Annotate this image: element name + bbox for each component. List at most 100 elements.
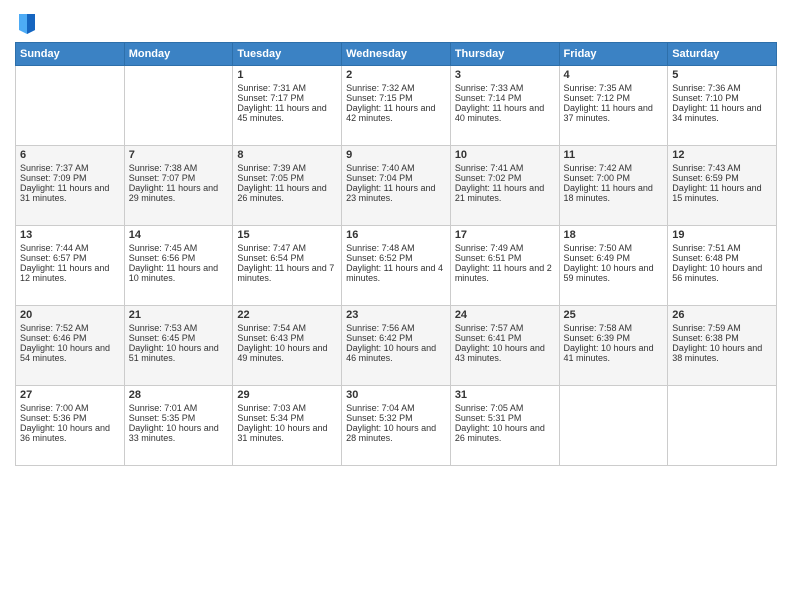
- daylight-text: Daylight: 10 hours and 43 minutes.: [455, 343, 545, 363]
- daylight-text: Daylight: 11 hours and 34 minutes.: [672, 103, 761, 123]
- calendar-cell: [559, 386, 668, 466]
- calendar-cell: 9Sunrise: 7:40 AMSunset: 7:04 PMDaylight…: [342, 146, 451, 226]
- day-number: 7: [129, 149, 229, 161]
- daylight-text: Daylight: 10 hours and 36 minutes.: [20, 423, 110, 443]
- sunrise-text: Sunrise: 7:51 AM: [672, 243, 741, 253]
- day-number: 6: [20, 149, 120, 161]
- sunrise-text: Sunrise: 7:32 AM: [346, 83, 415, 93]
- sunrise-text: Sunrise: 7:58 AM: [564, 323, 633, 333]
- sunrise-text: Sunrise: 7:39 AM: [237, 163, 306, 173]
- day-number: 1: [237, 69, 337, 81]
- daylight-text: Daylight: 10 hours and 54 minutes.: [20, 343, 110, 363]
- calendar-cell: 10Sunrise: 7:41 AMSunset: 7:02 PMDayligh…: [450, 146, 559, 226]
- calendar-body: 1Sunrise: 7:31 AMSunset: 7:17 PMDaylight…: [16, 66, 777, 466]
- day-number: 8: [237, 149, 337, 161]
- header: [15, 10, 777, 34]
- calendar-cell: 12Sunrise: 7:43 AMSunset: 6:59 PMDayligh…: [668, 146, 777, 226]
- daylight-text: Daylight: 10 hours and 56 minutes.: [672, 263, 762, 283]
- calendar-cell: 13Sunrise: 7:44 AMSunset: 6:57 PMDayligh…: [16, 226, 125, 306]
- sunrise-text: Sunrise: 7:50 AM: [564, 243, 633, 253]
- calendar-cell: [668, 386, 777, 466]
- calendar-table: SundayMondayTuesdayWednesdayThursdayFrid…: [15, 42, 777, 466]
- calendar-cell: 17Sunrise: 7:49 AMSunset: 6:51 PMDayligh…: [450, 226, 559, 306]
- day-number: 10: [455, 149, 555, 161]
- daylight-text: Daylight: 10 hours and 38 minutes.: [672, 343, 762, 363]
- day-number: 14: [129, 229, 229, 241]
- sunrise-text: Sunrise: 7:43 AM: [672, 163, 741, 173]
- sunset-text: Sunset: 6:57 PM: [20, 253, 87, 263]
- daylight-text: Daylight: 11 hours and 29 minutes.: [129, 183, 218, 203]
- calendar-cell: 27Sunrise: 7:00 AMSunset: 5:36 PMDayligh…: [16, 386, 125, 466]
- sunrise-text: Sunrise: 7:37 AM: [20, 163, 89, 173]
- calendar-cell: 3Sunrise: 7:33 AMSunset: 7:14 PMDaylight…: [450, 66, 559, 146]
- logo: [15, 10, 41, 34]
- calendar-header-tuesday: Tuesday: [233, 43, 342, 66]
- day-number: 9: [346, 149, 446, 161]
- calendar-cell: 29Sunrise: 7:03 AMSunset: 5:34 PMDayligh…: [233, 386, 342, 466]
- sunrise-text: Sunrise: 7:31 AM: [237, 83, 306, 93]
- calendar-header-saturday: Saturday: [668, 43, 777, 66]
- sunrise-text: Sunrise: 7:53 AM: [129, 323, 198, 333]
- day-number: 29: [237, 389, 337, 401]
- sunset-text: Sunset: 6:49 PM: [564, 253, 631, 263]
- calendar-header-friday: Friday: [559, 43, 668, 66]
- calendar-cell: 19Sunrise: 7:51 AMSunset: 6:48 PMDayligh…: [668, 226, 777, 306]
- calendar-cell: 26Sunrise: 7:59 AMSunset: 6:38 PMDayligh…: [668, 306, 777, 386]
- calendar-cell: 18Sunrise: 7:50 AMSunset: 6:49 PMDayligh…: [559, 226, 668, 306]
- sunrise-text: Sunrise: 7:59 AM: [672, 323, 741, 333]
- day-number: 26: [672, 309, 772, 321]
- daylight-text: Daylight: 11 hours and 4 minutes.: [346, 263, 443, 283]
- calendar-cell: [124, 66, 233, 146]
- sunset-text: Sunset: 5:31 PM: [455, 413, 522, 423]
- calendar-cell: 5Sunrise: 7:36 AMSunset: 7:10 PMDaylight…: [668, 66, 777, 146]
- daylight-text: Daylight: 10 hours and 28 minutes.: [346, 423, 436, 443]
- daylight-text: Daylight: 11 hours and 21 minutes.: [455, 183, 544, 203]
- calendar-week-4: 20Sunrise: 7:52 AMSunset: 6:46 PMDayligh…: [16, 306, 777, 386]
- sunset-text: Sunset: 6:41 PM: [455, 333, 522, 343]
- daylight-text: Daylight: 11 hours and 31 minutes.: [20, 183, 109, 203]
- daylight-text: Daylight: 11 hours and 40 minutes.: [455, 103, 544, 123]
- logo-icon: [17, 10, 37, 34]
- sunrise-text: Sunrise: 7:38 AM: [129, 163, 198, 173]
- sunset-text: Sunset: 5:32 PM: [346, 413, 413, 423]
- sunrise-text: Sunrise: 7:42 AM: [564, 163, 633, 173]
- sunrise-text: Sunrise: 7:35 AM: [564, 83, 633, 93]
- day-number: 24: [455, 309, 555, 321]
- day-number: 22: [237, 309, 337, 321]
- daylight-text: Daylight: 11 hours and 42 minutes.: [346, 103, 435, 123]
- daylight-text: Daylight: 11 hours and 12 minutes.: [20, 263, 109, 283]
- day-number: 11: [564, 149, 664, 161]
- sunset-text: Sunset: 7:10 PM: [672, 93, 739, 103]
- sunset-text: Sunset: 7:12 PM: [564, 93, 631, 103]
- calendar-cell: 6 Sunrise: 7:37 AMSunset: 7:09 PMDaylight…: [16, 146, 125, 226]
- calendar-header-sunday: Sunday: [16, 43, 125, 66]
- daylight-text: Daylight: 10 hours and 59 minutes.: [564, 263, 654, 283]
- day-number: 15: [237, 229, 337, 241]
- calendar-week-3: 13Sunrise: 7:44 AMSunset: 6:57 PMDayligh…: [16, 226, 777, 306]
- sunset-text: Sunset: 6:56 PM: [129, 253, 196, 263]
- sunset-text: Sunset: 7:04 PM: [346, 173, 413, 183]
- sunset-text: Sunset: 7:09 PM: [20, 173, 87, 183]
- calendar-cell: 25Sunrise: 7:58 AMSunset: 6:39 PMDayligh…: [559, 306, 668, 386]
- daylight-text: Daylight: 11 hours and 15 minutes.: [672, 183, 761, 203]
- calendar-cell: 16Sunrise: 7:48 AMSunset: 6:52 PMDayligh…: [342, 226, 451, 306]
- sunrise-text: Sunrise: 7:01 AM: [129, 403, 198, 413]
- sunrise-text: Sunrise: 7:41 AM: [455, 163, 524, 173]
- daylight-text: Daylight: 11 hours and 10 minutes.: [129, 263, 218, 283]
- day-number: 13: [20, 229, 120, 241]
- calendar-cell: 1Sunrise: 7:31 AMSunset: 7:17 PMDaylight…: [233, 66, 342, 146]
- calendar-cell: 20Sunrise: 7:52 AMSunset: 6:46 PMDayligh…: [16, 306, 125, 386]
- calendar-cell: 23Sunrise: 7:56 AMSunset: 6:42 PMDayligh…: [342, 306, 451, 386]
- sunrise-text: Sunrise: 7:04 AM: [346, 403, 415, 413]
- calendar-cell: 22Sunrise: 7:54 AMSunset: 6:43 PMDayligh…: [233, 306, 342, 386]
- sunset-text: Sunset: 6:54 PM: [237, 253, 304, 263]
- daylight-text: Daylight: 10 hours and 26 minutes.: [455, 423, 545, 443]
- sunset-text: Sunset: 7:05 PM: [237, 173, 304, 183]
- day-number: 25: [564, 309, 664, 321]
- daylight-text: Daylight: 10 hours and 49 minutes.: [237, 343, 327, 363]
- calendar-cell: 11Sunrise: 7:42 AMSunset: 7:00 PMDayligh…: [559, 146, 668, 226]
- sunrise-text: Sunrise: 7:36 AM: [672, 83, 741, 93]
- sunset-text: Sunset: 5:35 PM: [129, 413, 196, 423]
- calendar-cell: [16, 66, 125, 146]
- sunrise-text: Sunrise: 7:03 AM: [237, 403, 306, 413]
